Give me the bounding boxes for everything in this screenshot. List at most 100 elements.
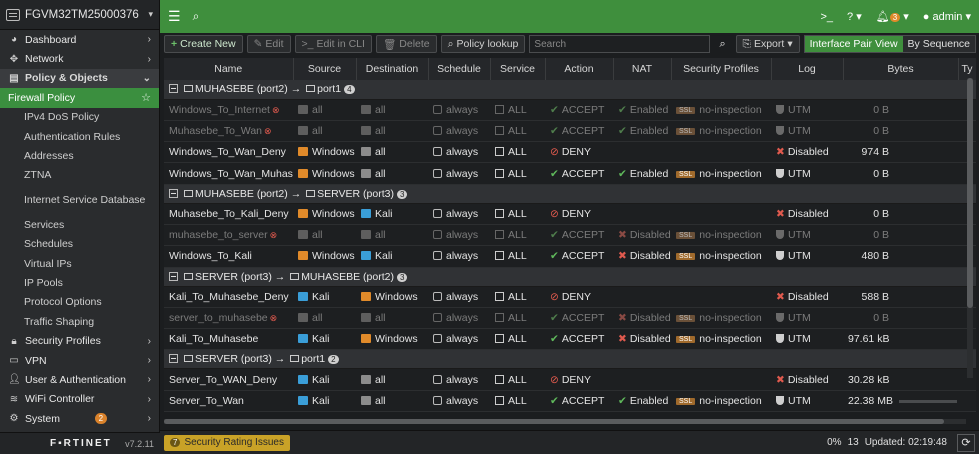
search-input[interactable]: Search [529, 35, 710, 53]
interface-pair-group[interactable]: MUHASEBE (port2) → port1 4 [164, 80, 976, 100]
table-row[interactable]: server_to_muhasebe ⊗ all all always ALL ✔ ACCEP… [164, 307, 976, 330]
table-row[interactable]: Server_To_Wan Kali all always ALL ✔ ACCEPT ✔ Ena… [164, 390, 976, 413]
table-row[interactable]: Kali_To_Muhasebe Kali Windows always ALL ✔ ACC… [164, 328, 976, 351]
collapse-icon[interactable] [169, 271, 178, 281]
address-icon [361, 125, 371, 135]
search-icon[interactable]: ⌕ [193, 9, 200, 24]
policy-name[interactable]: Server_To_Wan [169, 395, 244, 407]
policy-name[interactable]: Windows_To_Kali [169, 250, 252, 262]
help-menu[interactable]: ? ▾ [847, 10, 862, 23]
ssl-icon: SSL [676, 232, 696, 240]
column-header-name[interactable]: Name [164, 58, 294, 80]
menu-toggle-icon[interactable]: ☰ [168, 8, 181, 25]
interface-pair-view-button[interactable]: Interface Pair View [804, 36, 903, 52]
device-selector[interactable]: FGVM32TM25000376 ▾ [0, 0, 159, 30]
search-submit-icon[interactable]: ⌕ [714, 35, 732, 53]
policy-name[interactable]: server_to_muhasebe [169, 312, 268, 324]
cli-console-icon[interactable]: >_ [820, 11, 833, 23]
collapse-icon[interactable] [169, 188, 178, 198]
interface-pair-group[interactable]: MUHASEBE (port2) → SERVER (port3) 3 [164, 184, 976, 204]
interface-pair-group[interactable]: SERVER (port3) → port1 2 [164, 349, 976, 370]
schedule-value: always [446, 124, 479, 137]
sidebar-item-virtual-ips[interactable]: Virtual IPs [0, 254, 159, 273]
nat-value: Disabled [629, 333, 671, 346]
policy-name[interactable]: muhasebe_to_server [169, 229, 268, 241]
interface-pair-group[interactable]: SERVER (port3) → MUHASEBE (port2) 3 [164, 267, 976, 287]
table-row[interactable]: Windows_To_Internet ⊗ all all always ALL ✔ ACCE… [164, 99, 976, 121]
refresh-icon[interactable]: ⟳ [957, 433, 975, 452]
sidebar-item-ztna[interactable]: ZTNA [0, 166, 159, 185]
collapse-icon[interactable] [169, 84, 178, 94]
scrollbar-thumb[interactable] [164, 419, 944, 424]
column-header-bytes[interactable]: Bytes [843, 58, 959, 80]
delete-button[interactable]: 🗑︎ Delete [375, 35, 437, 53]
column-header-source[interactable]: Source [293, 58, 357, 80]
column-header-log[interactable]: Log [771, 58, 844, 80]
scrollbar-thumb[interactable] [967, 78, 973, 308]
policy-name[interactable]: Windows_To_Internet [169, 104, 270, 116]
sidebar-item-network[interactable]: ✥ Network › [0, 49, 159, 68]
sidebar-item-services[interactable]: Services [0, 215, 159, 234]
create-new-button[interactable]: + Create New [164, 35, 243, 53]
disabled-icon: ⊗ [271, 104, 280, 115]
column-header-destination[interactable]: Destination [356, 58, 429, 80]
user-icon: ● [922, 11, 930, 23]
action-cell: ✔ ACCEPT [545, 245, 613, 268]
horizontal-scrollbar[interactable] [164, 419, 966, 424]
sidebar-item-vpn[interactable]: ▭ VPN › [0, 351, 159, 370]
policy-name[interactable]: Kali_To_Muhasebe_Deny [169, 291, 289, 303]
nat-cell: ✖ Disabled [613, 307, 671, 330]
table-row[interactable]: muhasebe_to_server ⊗ all all always ALL ✔ ACCEP… [164, 224, 976, 247]
policy-name[interactable]: Windows_To_Wan_Muhasebe [169, 168, 293, 180]
sidebar-item-schedules[interactable]: Schedules [0, 235, 159, 254]
favorite-star-icon[interactable]: ☆ [141, 91, 151, 104]
policy-name[interactable]: Muhasebe_To_Wan [169, 125, 262, 137]
sidebar-item-policy-objects[interactable]: ▤ Policy & Objects ⌄ [0, 68, 159, 89]
table-row[interactable]: Muhasebe_To_Kali_Deny Windows Kali always AL… [164, 203, 976, 225]
sidebar-item-wifi-controller[interactable]: ≋ WiFi Controller › [0, 390, 159, 409]
notifications-menu[interactable]: 🔔︎ 3 ▾ [876, 10, 909, 23]
column-header-ty[interactable]: Ty [958, 58, 976, 80]
schedule-icon [433, 104, 442, 114]
column-header-action[interactable]: Action [545, 58, 614, 80]
column-header-security-profiles[interactable]: Security Profiles [671, 58, 772, 80]
policy-name[interactable]: Kali_To_Muhasebe [169, 333, 258, 345]
sidebar-item-ip-pools[interactable]: IP Pools [0, 273, 159, 292]
export-button[interactable]: ⎘ Export ▾ [735, 35, 800, 53]
sidebar-item-dashboard[interactable]: ◕ Dashboard › [0, 30, 159, 49]
collapse-icon[interactable] [169, 354, 178, 364]
sidebar-item-firewall-policy[interactable]: Firewall Policy ☆ [0, 88, 159, 108]
table-row[interactable]: Server_To_WAN_Deny Kali all always ALL ⊘ DENY ✖… [164, 368, 976, 391]
table-row[interactable]: Muhasebe_To_Wan ⊗ all all always ALL ✔ ACCEPT ✔ E… [164, 120, 976, 143]
policy-name[interactable]: Windows_To_Wan_Deny [169, 146, 286, 158]
service-cell: ALL [490, 120, 545, 143]
sidebar-item-security-profiles[interactable]: 🔒︎ Security Profiles › [0, 331, 159, 350]
sidebar-item-addresses[interactable]: Addresses [0, 146, 159, 165]
policy-name[interactable]: Muhasebe_To_Kali_Deny [169, 208, 289, 220]
vertical-scrollbar[interactable] [967, 78, 973, 378]
table-row[interactable]: Windows_To_Wan_Muhasebe Windows all always A… [164, 162, 976, 185]
sidebar-item-system[interactable]: ⚙ System 2 › [0, 409, 159, 428]
table-row[interactable]: Windows_To_Kali Windows Kali always ALL ✔ ACCE… [164, 245, 976, 268]
schedule-cell: always [428, 203, 490, 225]
column-header-schedule[interactable]: Schedule [428, 58, 491, 80]
security-rating-button[interactable]: 7 Security Rating Issues [164, 434, 290, 451]
table-row[interactable]: Kali_To_Muhasebe_Deny Kali Windows always AL… [164, 286, 976, 308]
sidebar-item-user-authentication[interactable]: 👤︎ User & Authentication › [0, 370, 159, 389]
edit-in-cli-button[interactable]: >_ Edit in CLI [294, 35, 372, 53]
by-sequence-button[interactable]: By Sequence [902, 36, 975, 52]
sidebar-item-traffic-shaping[interactable]: Traffic Shaping [0, 312, 159, 331]
profile-value: no-inspection [699, 250, 762, 263]
sidebar-item-ipv4-dos-policy[interactable]: IPv4 DoS Policy [0, 108, 159, 127]
sidebar-item-internet-service-database[interactable]: Internet Service Database [0, 185, 159, 215]
column-header-service[interactable]: Service [490, 58, 546, 80]
sidebar-item-protocol-options[interactable]: Protocol Options [0, 293, 159, 312]
schedule-cell: always [428, 390, 490, 413]
sidebar-item-authentication-rules[interactable]: Authentication Rules [0, 127, 159, 146]
policy-lookup-button[interactable]: ⌕ Policy lookup [440, 35, 526, 53]
user-menu[interactable]: ● admin ▾ [923, 10, 971, 23]
policy-name[interactable]: Server_To_WAN_Deny [169, 374, 277, 386]
table-row[interactable]: Windows_To_Wan_Deny Windows all always ALL ⊘ D… [164, 141, 976, 164]
column-header-nat[interactable]: NAT [613, 58, 672, 80]
edit-button[interactable]: ✎ Edit [246, 35, 291, 53]
